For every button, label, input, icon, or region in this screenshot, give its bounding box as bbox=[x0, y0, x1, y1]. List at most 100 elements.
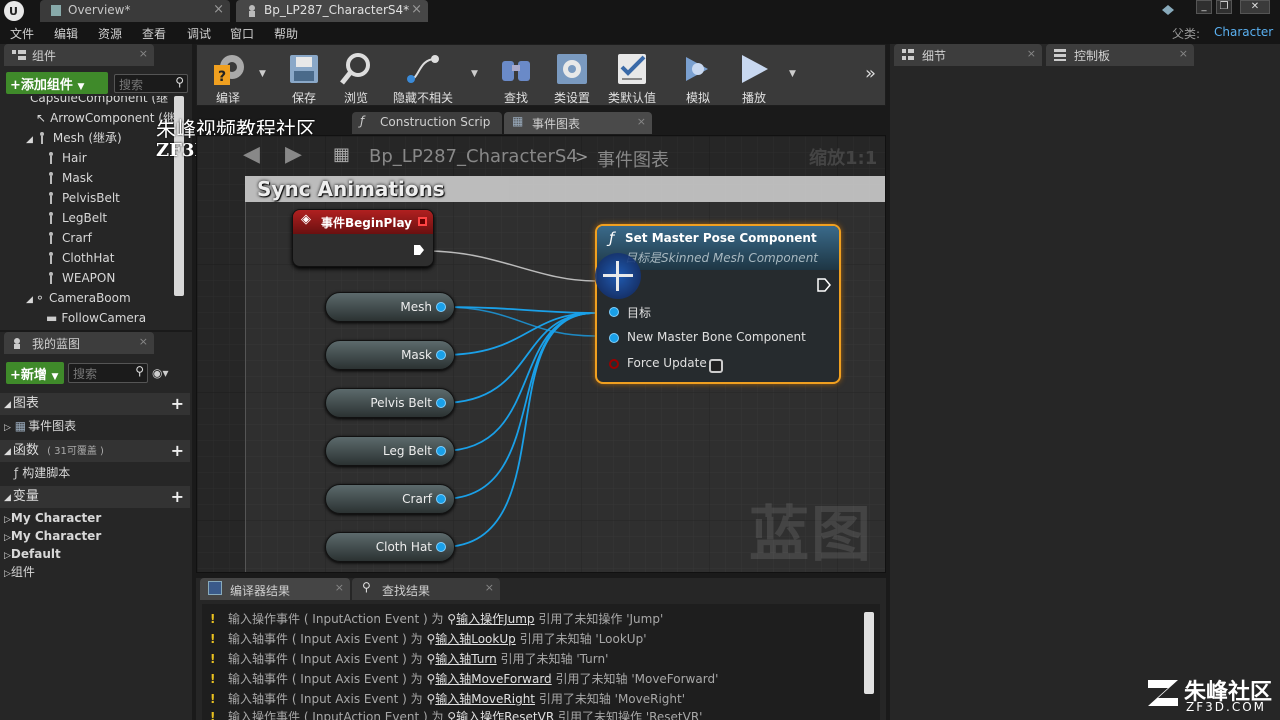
expand-arrow-icon[interactable]: ◢ bbox=[26, 295, 33, 305]
menu-window[interactable]: 窗口 bbox=[230, 25, 254, 42]
variable-category[interactable]: ▷My Character bbox=[4, 508, 101, 528]
compile-options-dropdown[interactable]: ▼ bbox=[259, 69, 266, 79]
tree-item-legbelt[interactable]: LegBelt bbox=[46, 208, 107, 228]
variable-category[interactable]: ▷My Character bbox=[4, 526, 101, 546]
minimize-button[interactable]: _ bbox=[1196, 0, 1212, 14]
exec-out-pin[interactable] bbox=[413, 244, 425, 259]
save-button[interactable]: 保存 bbox=[275, 51, 333, 106]
maximize-button[interactable]: ❐ bbox=[1216, 0, 1232, 14]
close-icon[interactable]: × bbox=[1027, 47, 1036, 60]
output-pin[interactable] bbox=[436, 302, 446, 312]
log-scrollbar[interactable] bbox=[864, 612, 874, 694]
var-node-cloth-hat[interactable]: Cloth Hat bbox=[325, 532, 455, 562]
close-icon[interactable]: × bbox=[139, 335, 148, 348]
add-function-button[interactable]: + bbox=[171, 440, 184, 462]
output-pin[interactable] bbox=[436, 542, 446, 552]
event-graph-item[interactable]: ▷ ▦ 事件图表 bbox=[4, 416, 76, 436]
toolbar-overflow-icon[interactable]: » bbox=[865, 63, 876, 84]
menu-view[interactable]: 查看 bbox=[142, 25, 166, 42]
components-search-input[interactable]: 搜索 ⚲ bbox=[114, 74, 188, 93]
my-blueprint-tab[interactable]: 我的蓝图 × bbox=[4, 332, 154, 354]
log-link[interactable]: 输入操作Jump bbox=[456, 612, 534, 626]
tree-item-arrow[interactable]: ↖ ArrowComponent (继 bbox=[36, 108, 175, 128]
hide-unrelated-button[interactable]: 隐藏不相关 bbox=[389, 51, 457, 106]
tree-item-mask[interactable]: Mask bbox=[46, 168, 93, 188]
output-pin[interactable] bbox=[436, 494, 446, 504]
tab-compiler-results[interactable]: 编译器结果 × bbox=[200, 578, 350, 600]
exec-out-pin[interactable] bbox=[817, 278, 831, 295]
force-update-checkbox[interactable] bbox=[709, 359, 723, 373]
eye-icon[interactable]: ◉▾ bbox=[152, 366, 169, 380]
close-icon[interactable]: × bbox=[637, 115, 646, 128]
blueprint-search-input[interactable]: 搜索 ⚲ bbox=[68, 363, 148, 383]
tree-item-crarf[interactable]: Crarf bbox=[46, 228, 92, 248]
tab-palette[interactable]: 控制板 × bbox=[1046, 44, 1194, 66]
log-link[interactable]: 输入操作ResetVR bbox=[456, 710, 554, 720]
tree-item-mesh[interactable]: ◢ Mesh (继承) bbox=[26, 128, 122, 148]
output-pin[interactable] bbox=[436, 350, 446, 360]
log-link[interactable]: 输入轴Turn bbox=[435, 652, 496, 666]
browse-button[interactable]: 浏览 bbox=[327, 51, 385, 106]
close-icon[interactable]: × bbox=[335, 581, 344, 594]
tree-item-pelvisbelt[interactable]: PelvisBelt bbox=[46, 188, 120, 208]
section-functions[interactable]: ◢ 函数 ( 31可覆盖 ) + bbox=[0, 440, 190, 462]
tree-item-hair[interactable]: Hair bbox=[46, 148, 87, 168]
variable-category[interactable]: ▷Default bbox=[4, 544, 61, 564]
find-button[interactable]: 查找 bbox=[487, 51, 545, 106]
menu-help[interactable]: 帮助 bbox=[274, 25, 298, 42]
tree-item-capsule[interactable]: CapsuleComponent (继 bbox=[30, 96, 168, 108]
simulate-button[interactable]: 模拟 bbox=[669, 51, 727, 106]
event-beginplay-node[interactable]: ◈ 事件BeginPlay bbox=[292, 209, 434, 267]
menu-debug[interactable]: 调试 bbox=[187, 25, 211, 42]
close-button[interactable]: ✕ bbox=[1240, 0, 1270, 14]
construction-script-item[interactable]: ƒ 构建脚本 bbox=[14, 463, 70, 483]
compile-button[interactable]: ? 编译 bbox=[199, 51, 257, 106]
var-node-mask[interactable]: Mask bbox=[325, 340, 455, 370]
parent-class-link[interactable]: Character bbox=[1214, 25, 1273, 39]
close-icon[interactable]: × bbox=[485, 581, 494, 594]
tree-item-weapon[interactable]: WEAPON bbox=[46, 268, 115, 288]
tab-overview[interactable]: Overview* × bbox=[40, 0, 230, 22]
new-master-bone-pin[interactable] bbox=[609, 333, 619, 343]
section-variables[interactable]: ◢ 变量 + bbox=[0, 486, 190, 508]
add-variable-button[interactable]: + bbox=[171, 486, 184, 508]
close-icon[interactable]: × bbox=[139, 47, 148, 60]
var-node-pelvis-belt[interactable]: Pelvis Belt bbox=[325, 388, 455, 418]
log-link[interactable]: 输入轴LookUp bbox=[435, 632, 516, 646]
close-icon[interactable]: × bbox=[411, 2, 422, 17]
menu-asset[interactable]: 资源 bbox=[98, 25, 122, 42]
class-defaults-button[interactable]: 类默认值 bbox=[603, 51, 661, 106]
source-control-icon[interactable] bbox=[1160, 3, 1176, 17]
tab-blueprint[interactable]: Bp_LP287_CharacterS4* × bbox=[236, 0, 428, 22]
class-settings-button[interactable]: 类设置 bbox=[543, 51, 601, 106]
set-master-pose-node[interactable]: ƒ Set Master Pose Component 目标是Skinned M… bbox=[595, 224, 841, 384]
delegate-pin[interactable] bbox=[418, 217, 427, 226]
force-update-pin[interactable] bbox=[609, 359, 619, 369]
section-graphs[interactable]: ◢ 图表 + bbox=[0, 393, 190, 415]
graph-canvas[interactable]: Sync Animations ◀ ▶ ▦ Bp_LP287_Character… bbox=[196, 135, 886, 573]
log-link[interactable]: 输入轴MoveForward bbox=[435, 672, 551, 686]
target-pin[interactable] bbox=[609, 307, 619, 317]
add-component-button[interactable]: +添加组件 ▼ bbox=[6, 72, 108, 94]
var-node-crarf[interactable]: Crarf bbox=[325, 484, 455, 514]
components-tab[interactable]: 组件 × bbox=[4, 44, 154, 66]
tree-item-followcamera[interactable]: ▬ FollowCamera bbox=[46, 308, 146, 328]
output-pin[interactable] bbox=[436, 446, 446, 456]
close-icon[interactable]: × bbox=[1179, 47, 1188, 60]
tab-details[interactable]: 细节 × bbox=[894, 44, 1042, 66]
expand-arrow-icon[interactable]: ◢ bbox=[26, 135, 33, 145]
hide-options-dropdown[interactable]: ▼ bbox=[471, 69, 478, 79]
tree-item-cameraboom[interactable]: ◢ ⚬ CameraBoom bbox=[26, 288, 131, 308]
menu-file[interactable]: 文件 bbox=[10, 25, 34, 42]
log-link[interactable]: 输入轴MoveRight bbox=[435, 692, 535, 706]
output-pin[interactable] bbox=[436, 398, 446, 408]
var-node-leg-belt[interactable]: Leg Belt bbox=[325, 436, 455, 466]
play-button[interactable]: 播放 bbox=[725, 51, 783, 106]
new-button[interactable]: +新增 ▼ bbox=[6, 362, 64, 384]
play-options-dropdown[interactable]: ▼ bbox=[789, 69, 796, 79]
menu-edit[interactable]: 编辑 bbox=[54, 25, 78, 42]
variable-category[interactable]: ▷组件 bbox=[4, 562, 35, 582]
var-node-mesh[interactable]: Mesh bbox=[325, 292, 455, 322]
unreal-logo-icon[interactable]: U bbox=[4, 1, 24, 21]
close-icon[interactable]: × bbox=[213, 2, 224, 17]
